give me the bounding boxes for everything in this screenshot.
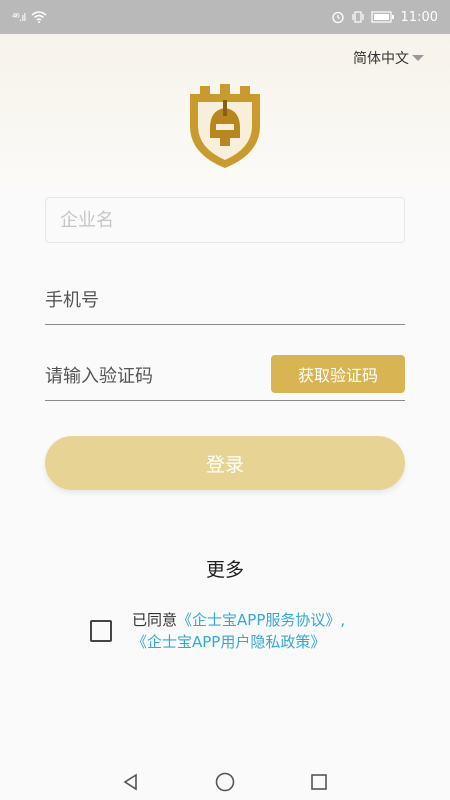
recents-nav-button[interactable] (307, 770, 331, 794)
status-left: ⁴⁶.ıl (12, 11, 47, 24)
status-time: 11:00 (400, 9, 438, 25)
chevron-down-icon (412, 55, 424, 61)
phone-field[interactable] (45, 277, 405, 325)
agreement-prefix: 已同意 (132, 611, 178, 629)
shield-helmet-logo-icon (190, 84, 260, 168)
alarm-icon (331, 11, 344, 24)
login-button[interactable]: 登录 (45, 436, 405, 490)
agreement-text: 已同意《企士宝APP服务协议》, 《企士宝APP用户隐私政策》 (132, 609, 402, 653)
signal-indicator: ⁴⁶.ıl (12, 10, 26, 24)
more-link[interactable]: 更多 (0, 555, 450, 582)
wifi-icon (31, 11, 47, 23)
privacy-policy-link[interactable]: 《企士宝APP用户隐私政策》 (132, 633, 325, 651)
home-nav-button[interactable] (213, 770, 237, 794)
service-agreement-link[interactable]: 《企士宝APP服务协议》, (177, 611, 345, 629)
back-triangle-icon (123, 773, 137, 791)
home-circle-icon (215, 772, 235, 792)
vibrate-icon (351, 11, 364, 23)
language-selector[interactable]: 简体中文 (353, 48, 424, 68)
phone-input[interactable] (45, 277, 405, 324)
status-bar: ⁴⁶.ıl 11:00 (0, 0, 450, 34)
company-input[interactable] (46, 198, 404, 242)
verification-code-input[interactable] (45, 353, 255, 400)
back-nav-button[interactable] (119, 770, 143, 794)
verification-code-field[interactable]: 获取验证码 (45, 353, 405, 401)
system-nav-bar (0, 764, 450, 800)
agreement-checkbox[interactable] (90, 620, 112, 642)
recents-square-icon (311, 774, 327, 790)
status-right: 11:00 (331, 10, 438, 25)
battery-icon (370, 11, 394, 23)
get-code-button[interactable]: 获取验证码 (271, 355, 405, 393)
company-field[interactable] (45, 197, 405, 243)
language-label: 简体中文 (353, 51, 409, 67)
